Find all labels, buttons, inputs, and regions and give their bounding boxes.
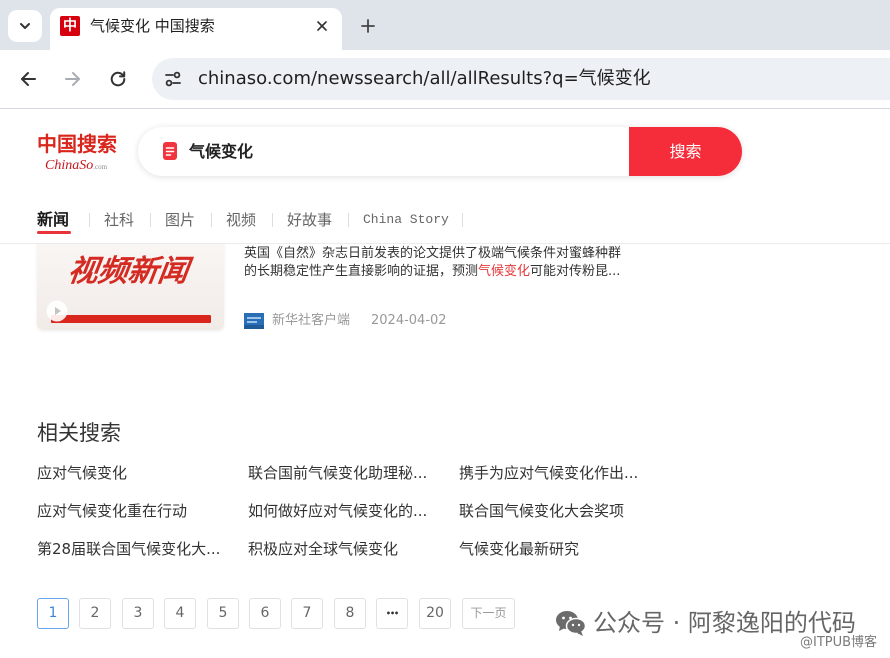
related-search-link[interactable]: 应对气候变化 xyxy=(37,463,127,483)
close-icon xyxy=(317,21,327,31)
related-search-link[interactable]: 应对气候变化重在行动 xyxy=(37,501,187,521)
chevron-down-icon xyxy=(20,23,30,29)
watermark-text: 公众号 · 阿黎逸阳的代码 xyxy=(593,609,856,637)
page-button-20[interactable]: 20 xyxy=(419,598,451,629)
forward-arrow-icon xyxy=(65,72,80,86)
related-search-link[interactable]: 联合国前气候变化助理秘... xyxy=(248,463,427,483)
forward-button[interactable] xyxy=(64,70,82,88)
tab-videos[interactable]: 视频 xyxy=(226,209,256,231)
page-button-3[interactable]: 3 xyxy=(122,598,154,629)
page-ellipsis-button[interactable]: ••• xyxy=(376,598,408,629)
new-tab-button[interactable] xyxy=(360,18,376,34)
related-search-link[interactable]: 如何做好应对气候变化的... xyxy=(248,501,427,521)
result-snippet: 英国《自然》杂志日前发表的论文提供了极端气候条件对蜜蜂种群 的长期稳定性产生直接… xyxy=(244,245,664,281)
document-icon xyxy=(163,142,177,160)
related-search-link[interactable]: 气候变化最新研究 xyxy=(459,539,579,559)
tab-social-science[interactable]: 社科 xyxy=(104,209,134,231)
address-bar[interactable]: chinaso.com/newssearch/all/allResults?q=… xyxy=(152,58,890,100)
logo-chinese-text: 中国搜索 xyxy=(37,132,117,156)
tab-separator xyxy=(272,213,273,227)
search-header: 中国搜索 ChinaSo.com 气候变化 搜索 新闻 社科 图片 视频 好故事… xyxy=(0,109,890,244)
wechat-icon xyxy=(556,611,587,636)
thumbnail-stripe xyxy=(51,315,211,323)
back-button[interactable] xyxy=(19,70,37,88)
page-button-2[interactable]: 2 xyxy=(79,598,111,629)
tab-news[interactable]: 新闻 xyxy=(37,209,69,231)
search-box: 气候变化 搜索 xyxy=(138,127,742,176)
play-icon xyxy=(46,300,68,322)
snippet-line-2: 的长期稳定性产生直接影响的证据，预测气候变化可能对传粉昆... xyxy=(244,263,664,281)
favicon-icon: 中 xyxy=(60,16,80,36)
chinaso-logo[interactable]: 中国搜索 ChinaSo.com xyxy=(37,131,121,177)
related-search-link[interactable]: 携手为应对气候变化作出... xyxy=(459,463,638,483)
tab-separator xyxy=(462,213,463,227)
snippet-line-1: 英国《自然》杂志日前发表的论文提供了极端气候条件对蜜蜂种群 xyxy=(244,246,622,261)
browser-tab-strip: 中 气候变化 中国搜索 xyxy=(0,0,890,50)
results-area: 视频新闻 英国《自然》杂志日前发表的论文提供了极端气候条件对蜜蜂种群 的长期稳定… xyxy=(0,244,890,658)
tab-close-button[interactable] xyxy=(314,18,330,34)
back-arrow-icon xyxy=(21,72,36,86)
site-info-icon xyxy=(165,71,181,87)
search-button[interactable]: 搜索 xyxy=(629,127,742,176)
page-button-1[interactable]: 1 xyxy=(37,598,69,629)
related-search-link[interactable]: 第28届联合国气候变化大... xyxy=(37,539,220,559)
logo-suffix: .com xyxy=(93,163,108,171)
tab-separator xyxy=(211,213,212,227)
page-button-8[interactable]: 8 xyxy=(334,598,366,629)
search-input[interactable]: 气候变化 xyxy=(189,127,253,176)
snippet-highlight: 气候变化 xyxy=(478,264,531,279)
logo-latin: ChinaSo xyxy=(45,158,94,173)
page-button-4[interactable]: 4 xyxy=(164,598,196,629)
logo-latin-text: ChinaSo.com xyxy=(45,158,107,175)
snippet-text: 可能对传粉昆... xyxy=(530,264,621,279)
xinhua-logo-icon xyxy=(244,313,264,329)
next-page-button[interactable]: 下一页 xyxy=(462,598,515,629)
watermark-credit: @ITPUB博客 xyxy=(800,635,878,650)
result-thumbnail[interactable]: 视频新闻 xyxy=(37,244,224,330)
tab-separator xyxy=(89,213,90,227)
related-searches-heading: 相关搜索 xyxy=(37,421,121,445)
thumbnail-caption: 视频新闻 xyxy=(65,254,191,289)
page-button-5[interactable]: 5 xyxy=(207,598,239,629)
tab-title: 气候变化 中国搜索 xyxy=(90,17,215,35)
snippet-text: 的长期稳定性产生直接影响的证据，预测 xyxy=(244,264,479,279)
active-tab-indicator xyxy=(37,231,71,234)
page-button-7[interactable]: 7 xyxy=(291,598,323,629)
result-source: 新华社客户端 xyxy=(272,313,351,328)
tab-separator xyxy=(348,213,349,227)
plus-icon xyxy=(361,19,375,33)
browser-tab-active[interactable]: 中 气候变化 中国搜索 xyxy=(50,8,342,50)
url-text[interactable]: chinaso.com/newssearch/all/allResults?q=… xyxy=(198,58,651,100)
reload-icon xyxy=(110,71,126,87)
tab-good-stories[interactable]: 好故事 xyxy=(287,209,332,231)
related-search-link[interactable]: 联合国气候变化大会奖项 xyxy=(459,501,624,521)
result-date: 2024-04-02 xyxy=(371,313,447,328)
tab-separator xyxy=(150,213,151,227)
tab-search-button[interactable] xyxy=(8,10,42,42)
reload-button[interactable] xyxy=(109,70,127,88)
tab-china-story[interactable]: China Story xyxy=(363,209,449,231)
browser-toolbar: chinaso.com/newssearch/all/allResults?q=… xyxy=(0,50,890,109)
page-button-6[interactable]: 6 xyxy=(249,598,281,629)
tab-images[interactable]: 图片 xyxy=(165,209,195,231)
site-info-button[interactable] xyxy=(163,69,183,89)
related-search-link[interactable]: 积极应对全球气候变化 xyxy=(248,539,398,559)
